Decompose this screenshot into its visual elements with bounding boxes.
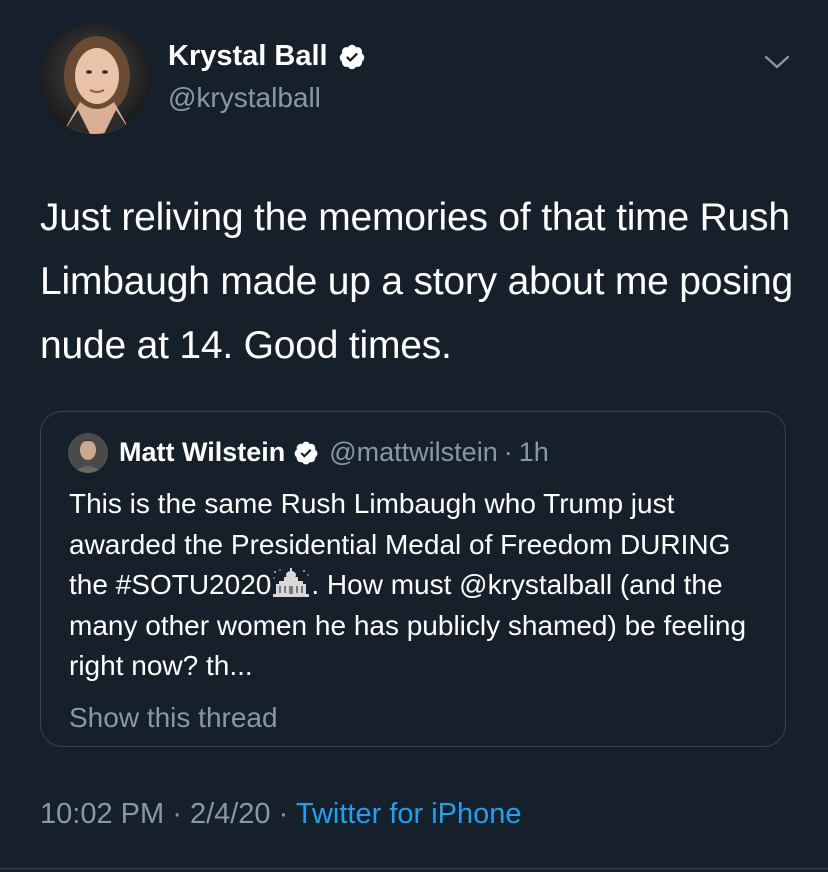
quoted-tweet[interactable]: Matt Wilstein @mattwilstein · 1h This is… (40, 411, 786, 747)
separator-dot: · (503, 437, 513, 467)
quoted-author-name[interactable]: Matt Wilstein (119, 434, 285, 470)
tweet-text: Just reliving the memories of that time … (40, 196, 793, 367)
author-name[interactable]: Krystal Ball (168, 40, 366, 73)
tweet-card: Krystal Ball @krystalball Just reliving … (0, 0, 828, 872)
tweet-time[interactable]: 10:02 PM (40, 798, 164, 830)
quoted-tweet-header: Matt Wilstein @mattwilstein · 1h (119, 434, 549, 470)
separator-dot: · (278, 798, 289, 830)
divider (0, 868, 828, 869)
tweet-metadata: 10:02 PM · 2/4/20 · Twitter for iPhone (40, 798, 522, 831)
chevron-down-icon[interactable] (762, 50, 792, 74)
show-thread-link[interactable]: Show this thread (69, 702, 278, 734)
quoted-author-avatar[interactable] (68, 433, 108, 473)
quoted-tweet-text: This is the same Rush Limbaugh who Trump… (69, 484, 769, 687)
quoted-tweet-time[interactable]: 1h (519, 434, 549, 470)
verified-badge-icon (293, 439, 319, 465)
author-avatar[interactable] (40, 24, 150, 134)
verified-badge-icon (338, 43, 366, 71)
tweet-source-link[interactable]: Twitter for iPhone (296, 798, 522, 830)
tweet-date[interactable]: 2/4/20 (190, 798, 271, 830)
author-name-label: Krystal Ball (168, 40, 328, 72)
quoted-author-handle[interactable]: @mattwilstein (329, 434, 497, 470)
author-handle[interactable]: @krystalball (168, 82, 321, 114)
separator-dot: · (172, 798, 182, 830)
capitol-building-icon (271, 568, 311, 598)
